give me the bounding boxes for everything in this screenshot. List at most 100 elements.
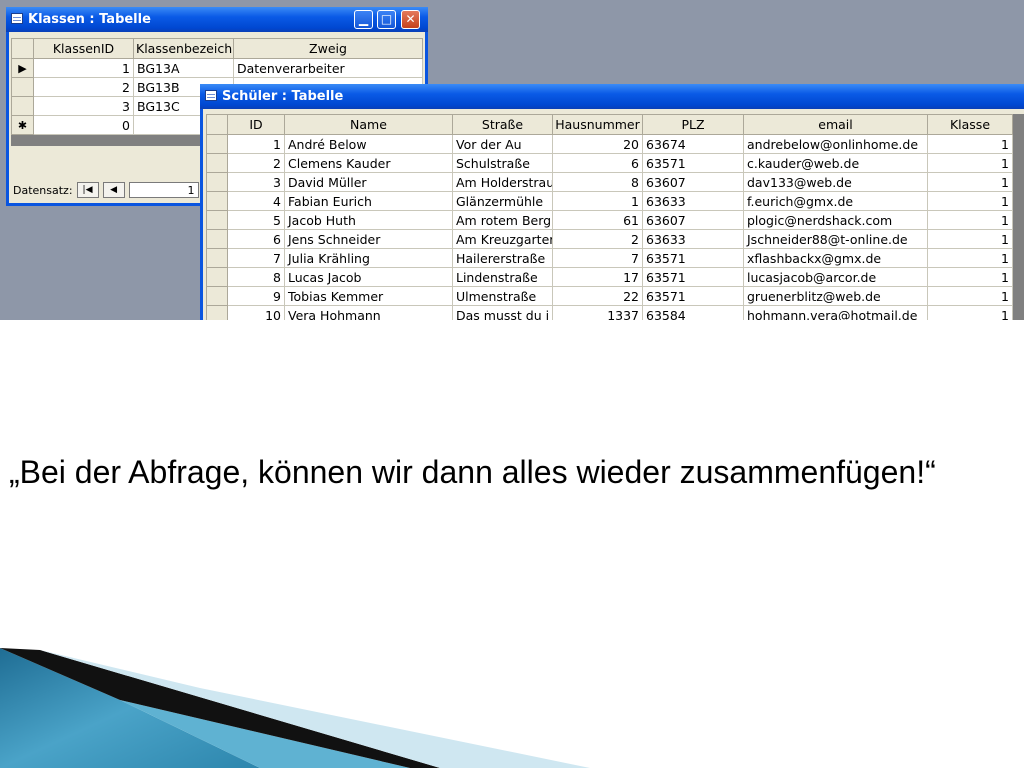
previous-record-button[interactable]: ◀ — [102, 182, 125, 198]
cell-name[interactable]: Tobias Kemmer — [284, 286, 453, 306]
cell-email[interactable]: c.kauder@web.de — [743, 153, 928, 173]
row-selector[interactable] — [11, 77, 34, 97]
cell-name[interactable]: André Below — [284, 134, 453, 154]
close-button[interactable]: ✕ — [401, 10, 420, 29]
cell-klasse[interactable]: 1 — [927, 134, 1013, 154]
cell-klasse[interactable]: 1 — [927, 191, 1013, 211]
cell-id[interactable]: 5 — [227, 210, 285, 230]
cell-hausnummer[interactable]: 1337 — [552, 305, 643, 320]
row-selector[interactable] — [206, 210, 228, 230]
row-selector[interactable]: ▶ — [11, 58, 34, 78]
table-row[interactable]: 2 Clemens Kauder Schulstraße 6 63571 c.kauder… — [206, 153, 1013, 173]
cell-plz[interactable]: 63584 — [642, 305, 744, 320]
cell-email[interactable]: hohmann.vera@hotmail.de — [743, 305, 928, 320]
cell-hausnummer[interactable]: 8 — [552, 172, 643, 192]
column-header[interactable]: Hausnummer — [552, 114, 643, 135]
cell-klasse[interactable]: 1 — [927, 172, 1013, 192]
table-row[interactable]: 10 Vera Hohmann Das musst du i 1337 63584 hoh… — [206, 305, 1013, 320]
cell-klasse[interactable]: 1 — [927, 153, 1013, 173]
cell-email[interactable]: Jschneider88@t-online.de — [743, 229, 928, 249]
row-selector-header[interactable] — [11, 38, 34, 59]
cell-plz[interactable]: 63571 — [642, 153, 744, 173]
maximize-button[interactable]: □ — [377, 10, 396, 29]
cell-id[interactable]: 7 — [227, 248, 285, 268]
column-header[interactable]: Name — [284, 114, 453, 135]
cell-strasse[interactable]: Glänzermühle — [452, 191, 553, 211]
table-row[interactable]: 6 Jens Schneider Am Kreuzgarter 2 63633 Jschn… — [206, 229, 1013, 249]
column-header[interactable]: Straße — [452, 114, 553, 135]
table-row[interactable]: ▶ 1 BG13A Datenverarbeiter — [11, 58, 423, 78]
cell-strasse[interactable]: Am Holderstrau — [452, 172, 553, 192]
cell-email[interactable]: andrebelow@onlinhome.de — [743, 134, 928, 154]
cell-klassen-id[interactable]: 3 — [33, 96, 134, 116]
cell-id[interactable]: 4 — [227, 191, 285, 211]
cell-klasse[interactable]: 1 — [927, 305, 1013, 320]
cell-plz[interactable]: 63633 — [642, 229, 744, 249]
cell-id[interactable]: 8 — [227, 267, 285, 287]
cell-strasse[interactable]: Lindenstraße — [452, 267, 553, 287]
row-selector[interactable]: ✱ — [11, 115, 34, 135]
cell-hausnummer[interactable]: 2 — [552, 229, 643, 249]
cell-id[interactable]: 6 — [227, 229, 285, 249]
row-selector[interactable] — [206, 248, 228, 268]
table-row[interactable]: 8 Lucas Jacob Lindenstraße 17 63571 lucasjaco… — [206, 267, 1013, 287]
cell-name[interactable]: Lucas Jacob — [284, 267, 453, 287]
cell-id[interactable]: 9 — [227, 286, 285, 306]
cell-zweig[interactable]: Datenverarbeiter — [233, 58, 423, 78]
table-row[interactable]: 7 Julia Krähling Hailererstraße 7 63571 xflas… — [206, 248, 1013, 268]
cell-plz[interactable]: 63571 — [642, 248, 744, 268]
cell-name[interactable]: Vera Hohmann — [284, 305, 453, 320]
cell-klasse[interactable]: 1 — [927, 210, 1013, 230]
cell-strasse[interactable]: Am rotem Berg — [452, 210, 553, 230]
cell-klassen-id[interactable]: 2 — [33, 77, 134, 97]
cell-hausnummer[interactable]: 1 — [552, 191, 643, 211]
row-selector[interactable] — [206, 172, 228, 192]
cell-plz[interactable]: 63633 — [642, 191, 744, 211]
table-row[interactable]: 5 Jacob Huth Am rotem Berg 61 63607 plogic@ne… — [206, 210, 1013, 230]
cell-strasse[interactable]: Am Kreuzgarter — [452, 229, 553, 249]
cell-name[interactable]: Jacob Huth — [284, 210, 453, 230]
cell-klasse[interactable]: 1 — [927, 286, 1013, 306]
cell-hausnummer[interactable]: 61 — [552, 210, 643, 230]
klassen-titlebar[interactable]: Klassen : Tabelle ▁ □ ✕ — [6, 7, 428, 32]
row-selector[interactable] — [11, 96, 34, 116]
cell-hausnummer[interactable]: 7 — [552, 248, 643, 268]
cell-id[interactable]: 2 — [227, 153, 285, 173]
table-row[interactable]: 1 André Below Vor der Au 20 63674 andrebelow@… — [206, 134, 1013, 154]
column-header[interactable]: KlassenID — [33, 38, 134, 59]
cell-name[interactable]: Fabian Eurich — [284, 191, 453, 211]
column-header[interactable]: PLZ — [642, 114, 744, 135]
cell-id[interactable]: 10 — [227, 305, 285, 320]
column-header[interactable]: Zweig — [233, 38, 423, 59]
cell-name[interactable]: Clemens Kauder — [284, 153, 453, 173]
record-number-field[interactable]: 1 — [128, 182, 199, 198]
cell-klassen-id[interactable]: 1 — [33, 58, 134, 78]
cell-strasse[interactable]: Hailererstraße — [452, 248, 553, 268]
column-header[interactable]: Klassenbezeich — [133, 38, 234, 59]
row-selector-header[interactable] — [206, 114, 228, 135]
cell-email[interactable]: lucasjacob@arcor.de — [743, 267, 928, 287]
table-row[interactable]: 9 Tobias Kemmer Ulmenstraße 22 63571 gruenerb… — [206, 286, 1013, 306]
cell-klassenbezeichnung[interactable]: BG13A — [133, 58, 234, 78]
table-row[interactable]: 3 David Müller Am Holderstrau 8 63607 dav133@… — [206, 172, 1013, 192]
schueler-titlebar[interactable]: Schüler : Tabelle — [200, 84, 1024, 109]
cell-strasse[interactable]: Ulmenstraße — [452, 286, 553, 306]
row-selector[interactable] — [206, 229, 228, 249]
row-selector[interactable] — [206, 191, 228, 211]
cell-email[interactable]: xflashbackx@gmx.de — [743, 248, 928, 268]
cell-plz[interactable]: 63571 — [642, 286, 744, 306]
cell-plz[interactable]: 63571 — [642, 267, 744, 287]
cell-strasse[interactable]: Das musst du i — [452, 305, 553, 320]
column-header[interactable]: ID — [227, 114, 285, 135]
cell-name[interactable]: Jens Schneider — [284, 229, 453, 249]
cell-klasse[interactable]: 1 — [927, 267, 1013, 287]
row-selector[interactable] — [206, 286, 228, 306]
cell-plz[interactable]: 63607 — [642, 172, 744, 192]
cell-hausnummer[interactable]: 17 — [552, 267, 643, 287]
table-row[interactable]: 4 Fabian Eurich Glänzermühle 1 63633 f.eurich… — [206, 191, 1013, 211]
cell-plz[interactable]: 63607 — [642, 210, 744, 230]
cell-id[interactable]: 3 — [227, 172, 285, 192]
cell-klasse[interactable]: 1 — [927, 229, 1013, 249]
cell-hausnummer[interactable]: 6 — [552, 153, 643, 173]
cell-name[interactable]: David Müller — [284, 172, 453, 192]
